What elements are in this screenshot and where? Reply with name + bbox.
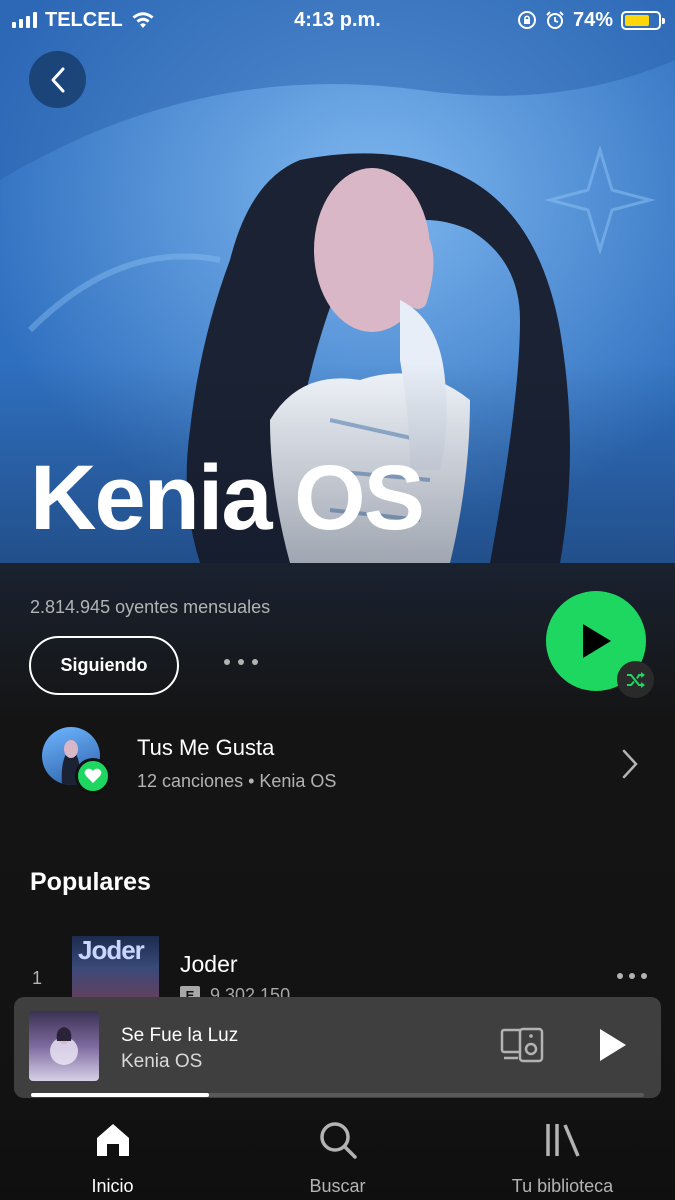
status-right: 74%: [517, 8, 665, 32]
more-options-button[interactable]: [224, 653, 258, 671]
dot: [224, 659, 230, 665]
track-cover-text: Joder: [78, 935, 145, 965]
shuffle-button[interactable]: [617, 661, 654, 698]
dot: [252, 659, 258, 665]
alarm-icon: [546, 11, 564, 29]
liked-songs-title: Tus Me Gusta: [137, 735, 275, 760]
liked-songs-subtitle: 12 canciones • Kenia OS: [137, 771, 337, 791]
artist-hero: Kenia OS: [0, 0, 675, 563]
nav-home[interactable]: Inicio: [0, 1100, 225, 1200]
shuffle-icon: [626, 671, 645, 688]
nav-home-label: Inicio: [91, 1176, 134, 1196]
chevron-right-icon: [622, 749, 638, 779]
library-icon: [545, 1124, 580, 1157]
search-icon: [319, 1122, 357, 1159]
home-icon: [96, 1124, 129, 1156]
monthly-listeners: 2.814.945 oyentes mensuales: [30, 597, 271, 617]
dot: [617, 973, 623, 979]
now-playing-cover: [29, 1011, 99, 1081]
playback-progress: [31, 1093, 644, 1097]
battery-percent: 74%: [572, 8, 613, 31]
chevron-left-icon: [51, 67, 64, 92]
track-row[interactable]: 1 Joder Joder E 9.302.150: [0, 933, 675, 1016]
track-more-button[interactable]: [617, 973, 647, 979]
back-button[interactable]: [29, 51, 86, 108]
popular-section-title: Populares: [30, 868, 151, 896]
play-icon: [583, 624, 611, 658]
heart-icon: [75, 758, 111, 794]
nav-search-label: Buscar: [309, 1176, 366, 1196]
dot: [641, 973, 647, 979]
dot: [238, 659, 244, 665]
status-bar: TELCEL 4:13 p.m. 74%: [0, 0, 675, 40]
track-number: 1: [32, 968, 43, 988]
nav-library-label: Tu biblioteca: [511, 1176, 614, 1196]
mini-player[interactable]: Se Fue la Luz Kenia OS: [14, 997, 661, 1098]
following-button[interactable]: Siguiendo: [29, 636, 179, 695]
mini-play-icon[interactable]: [596, 1027, 628, 1063]
dot: [629, 973, 635, 979]
liked-songs-row[interactable]: Tus Me Gusta 12 canciones • Kenia OS: [0, 723, 675, 803]
battery-icon: [621, 10, 665, 30]
orientation-lock-icon: [517, 11, 536, 29]
now-playing-title: Se Fue la Luz: [121, 1025, 239, 1046]
bottom-nav: Inicio Buscar Tu biblioteca: [0, 1100, 675, 1200]
playback-progress-fill: [31, 1093, 209, 1097]
artist-name-title: Kenia OS: [30, 447, 425, 549]
connect-device-icon[interactable]: [500, 1027, 544, 1063]
track-title: Joder: [180, 951, 238, 977]
nav-library[interactable]: Tu biblioteca: [450, 1100, 675, 1200]
nav-search[interactable]: Buscar: [225, 1100, 450, 1200]
now-playing-artist: Kenia OS: [121, 1051, 203, 1072]
battery-fill: [625, 14, 649, 26]
